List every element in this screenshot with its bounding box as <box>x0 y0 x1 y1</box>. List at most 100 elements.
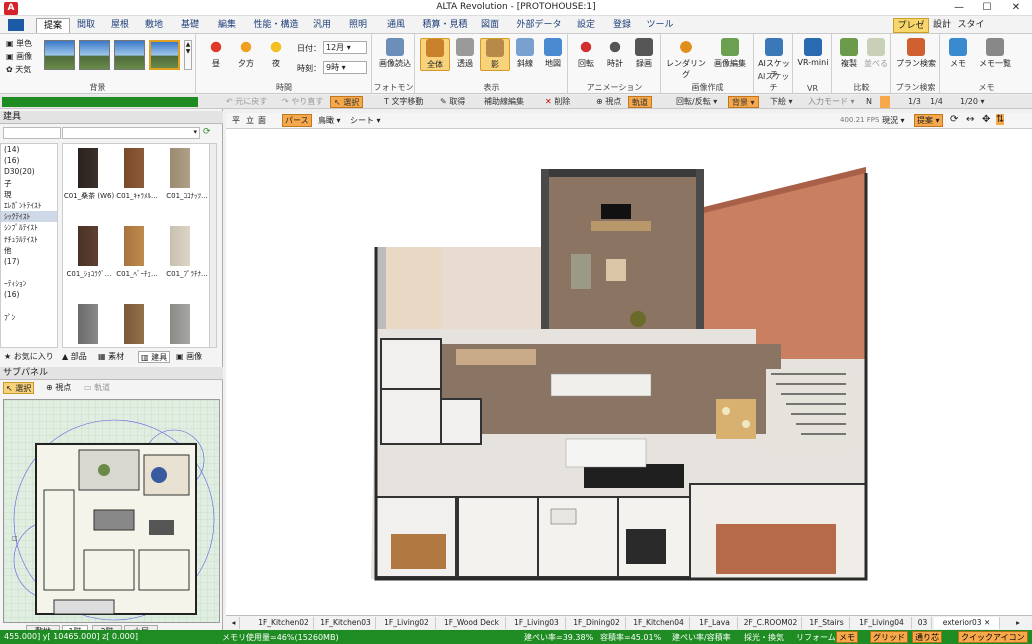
door-thumbnail[interactable] <box>78 226 98 266</box>
tab-foundation[interactable]: 基礎 <box>176 18 204 33</box>
refresh-icon[interactable]: ⟳ <box>203 127 211 137</box>
design-button[interactable]: 設計 <box>931 18 953 33</box>
tab-settings[interactable]: 設定 <box>572 18 600 33</box>
select-button[interactable]: ↖ 選択 <box>330 96 364 108</box>
memo-list-button[interactable]: メモ一覧 <box>975 38 1015 69</box>
door-thumbnail[interactable] <box>170 148 190 188</box>
image-edit-button[interactable]: 画像編集 <box>710 38 750 69</box>
duplicate-button[interactable]: 複製 <box>834 38 864 69</box>
category-item[interactable]: ﾌﾟﾝ <box>1 312 57 323</box>
tabs-scroll-right[interactable]: ▸ <box>1012 617 1024 629</box>
view-tab[interactable]: 1F_Wood Deck <box>438 617 506 629</box>
category-item[interactable] <box>1 301 57 312</box>
perspective-view-button[interactable]: パース <box>282 114 312 127</box>
bg-thumbnail-selected[interactable] <box>149 40 180 70</box>
category-item[interactable]: 現 <box>1 189 57 200</box>
status-memo-button[interactable]: メモ <box>836 631 858 643</box>
bg-scroll-button[interactable]: ▲ ▼ <box>184 40 192 70</box>
door-thumbnail[interactable] <box>78 304 98 344</box>
night-button[interactable]: 夜 <box>261 38 291 69</box>
scale-1-4[interactable]: 1/4 <box>930 96 943 108</box>
pan-horizontal-icon[interactable]: ↔ <box>966 114 974 125</box>
background-button[interactable]: 背景 ▾ <box>728 96 759 108</box>
tab-layout[interactable]: 間取 <box>72 18 100 33</box>
load-image-button[interactable]: 画像読込 <box>377 38 413 69</box>
date-select[interactable]: 12月 ▾ <box>323 41 367 54</box>
category-item[interactable]: 子 <box>1 178 57 189</box>
close-button[interactable]: ✕ <box>1002 0 1030 16</box>
move-text-button[interactable]: T 文字移動 <box>384 96 423 108</box>
ratio-button[interactable]: 建ぺい率/容積率 <box>672 632 731 643</box>
bg-image-option[interactable]: ▣ 画像 <box>6 51 32 62</box>
door-thumbnail[interactable] <box>170 304 190 344</box>
evening-button[interactable]: 夕方 <box>231 38 261 69</box>
scale-1-3[interactable]: 1/3 <box>908 96 921 108</box>
undo-button[interactable]: ↶ 元に戻す <box>226 96 267 108</box>
grid-button[interactable]: グリッド <box>870 631 908 643</box>
orbit-button[interactable]: 軌道 <box>628 96 652 108</box>
tab-drawing[interactable]: 図面 <box>476 18 504 33</box>
bg-weather-option[interactable]: ✿ 天気 <box>6 64 31 75</box>
category-item[interactable]: (16) <box>1 289 57 300</box>
transparent-button[interactable]: 透過 <box>450 38 480 69</box>
tab-ventilation[interactable]: 通風 <box>382 18 410 33</box>
tab-general[interactable]: 汎用 <box>308 18 336 33</box>
maximize-button[interactable]: ☐ <box>973 0 1001 16</box>
vr-mini-button[interactable]: VR-mini <box>796 38 830 67</box>
grid-line-button[interactable]: 通り芯 <box>912 631 942 643</box>
quick-icon-button[interactable]: クイックアイコン <box>958 631 1028 643</box>
door-thumbnail[interactable] <box>124 148 144 188</box>
arrange-button[interactable]: 並べる <box>861 38 891 69</box>
time-select[interactable]: 9時 ▾ <box>323 61 367 74</box>
daylight-button[interactable]: 採光・換気 <box>744 632 784 643</box>
tab-roof[interactable]: 屋根 <box>106 18 134 33</box>
tab-images[interactable]: ▣ 画像 <box>176 351 202 363</box>
scale-1-20[interactable]: 1/20 ▾ <box>960 96 985 108</box>
bg-thumbnail[interactable] <box>44 40 75 70</box>
bird-eye-view-button[interactable]: 鳥瞰 ▾ <box>318 115 341 126</box>
input-mode-button[interactable]: 入力モード ▾ <box>808 96 855 108</box>
category-item[interactable]: ﾅﾁｭﾗﾙﾃｲｽﾄ <box>1 234 57 245</box>
tab-fittings[interactable]: ▥ 建具 <box>138 351 171 363</box>
tab-parts[interactable]: ▲ 部品 <box>62 351 87 363</box>
bg-thumbnail[interactable] <box>79 40 110 70</box>
quick-access-icon[interactable] <box>8 19 24 31</box>
tab-external-data[interactable]: 外部データ <box>512 18 566 33</box>
day-button[interactable]: 昼 <box>201 38 231 69</box>
proposal-select[interactable]: 提案 ▾ <box>914 114 943 127</box>
category-item[interactable]: ｴﾚｶﾞﾝﾄﾃｲｽﾄ <box>1 200 57 211</box>
bg-thumbnail[interactable] <box>114 40 145 70</box>
tab-structure[interactable]: 性能・構造 <box>251 18 301 33</box>
view-tab[interactable]: 03 <box>914 617 932 629</box>
view-tab-active[interactable]: exterior03 ✕ <box>934 617 1000 629</box>
plan-view-button[interactable]: 平 <box>232 115 240 126</box>
category-item[interactable]: (16) <box>1 155 57 166</box>
view-tab[interactable]: 1F_Kitchen02 <box>254 617 314 629</box>
shadow-button[interactable]: 影 <box>480 38 510 71</box>
reform-button[interactable]: リフォーム <box>796 632 836 643</box>
tab-tools[interactable]: ツール <box>644 18 676 33</box>
overall-button[interactable]: 全体 <box>420 38 450 71</box>
current-mode-select[interactable]: 現況 ▾ <box>882 115 905 126</box>
category-select[interactable] <box>3 127 61 139</box>
map-button[interactable]: 地図 <box>538 38 568 69</box>
tab-site[interactable]: 敷地 <box>140 18 168 33</box>
vertical-move-icon[interactable]: ⇅ <box>996 114 1005 125</box>
record-button[interactable]: 録画 <box>629 38 659 69</box>
elevation-view-button[interactable]: 立 <box>246 115 254 126</box>
category-item[interactable]: (14) <box>1 144 57 155</box>
pick-button[interactable]: ✎ 取得 <box>440 96 465 108</box>
tab-edit[interactable]: 編集 <box>213 18 241 33</box>
guide-edit-button[interactable]: 補助線編集 <box>484 96 524 108</box>
view-tab[interactable]: 1F_Dining02 <box>568 617 626 629</box>
presentation-button[interactable]: プレゼン <box>893 18 929 46</box>
view-tab[interactable]: 2F_C.ROOM02 <box>740 617 802 629</box>
delete-button[interactable]: ✕ 削除 <box>545 96 570 108</box>
category-item[interactable]: D30(20) <box>1 166 57 177</box>
view-tab[interactable]: 1F_Kitchen03 <box>316 617 376 629</box>
category-item[interactable] <box>1 267 57 278</box>
sheet-button[interactable]: シート ▾ <box>350 115 381 126</box>
view-tab[interactable]: 1F_Living03 <box>508 617 566 629</box>
category-item[interactable]: ｰﾃｨｼｮﾝ <box>1 278 57 289</box>
hatch-button[interactable]: 斜線 <box>510 38 540 69</box>
